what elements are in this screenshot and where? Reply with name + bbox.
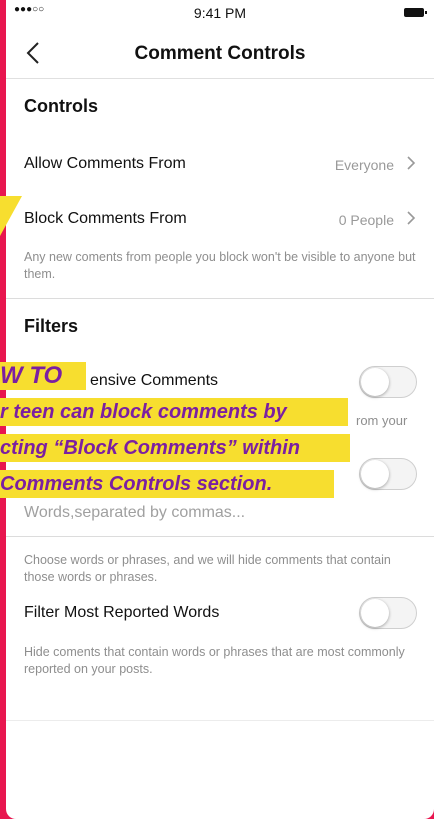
chevron-right-icon xyxy=(407,211,416,225)
section-divider xyxy=(6,298,434,299)
filters-heading: Filters xyxy=(24,316,79,336)
page-title: Comment Controls xyxy=(134,43,306,64)
overlay-line-2: cting “Block Comments” within xyxy=(0,434,350,462)
block-comments-value: 0 People xyxy=(338,212,394,228)
allow-comments-label: Allow Comments From xyxy=(24,155,186,172)
toggle-knob xyxy=(361,599,389,627)
manual-filter-help: Choose words or phrases, and we will hid… xyxy=(24,553,391,584)
filter-reported-help: Hide coments that contain words or phras… xyxy=(24,645,405,676)
battery-icon xyxy=(404,8,427,17)
filter-reported-label: Filter Most Reported Words xyxy=(24,604,220,621)
chevron-right-icon xyxy=(407,156,416,170)
status-bar: ●●●○○ 9:41 PM xyxy=(6,0,434,28)
overlay-line-3: Comments Controls section. xyxy=(0,470,334,498)
allow-comments-value: Everyone xyxy=(334,157,394,173)
overlay-title: W TO xyxy=(0,362,86,390)
block-comments-label: Block Comments From xyxy=(24,210,187,227)
section-divider xyxy=(6,720,434,721)
block-comments-help: Any new coments from people you block wo… xyxy=(24,250,416,281)
tutorial-overlay: W TO r teen can block comments by cting … xyxy=(0,352,420,512)
navigation-bar: Comment Controls xyxy=(6,28,434,79)
controls-heading: Controls xyxy=(24,96,98,116)
section-divider xyxy=(6,536,434,537)
overlay-line-1: r teen can block comments by xyxy=(0,398,348,426)
filter-reported-toggle[interactable] xyxy=(359,597,417,629)
status-time: 9:41 PM xyxy=(193,5,247,21)
